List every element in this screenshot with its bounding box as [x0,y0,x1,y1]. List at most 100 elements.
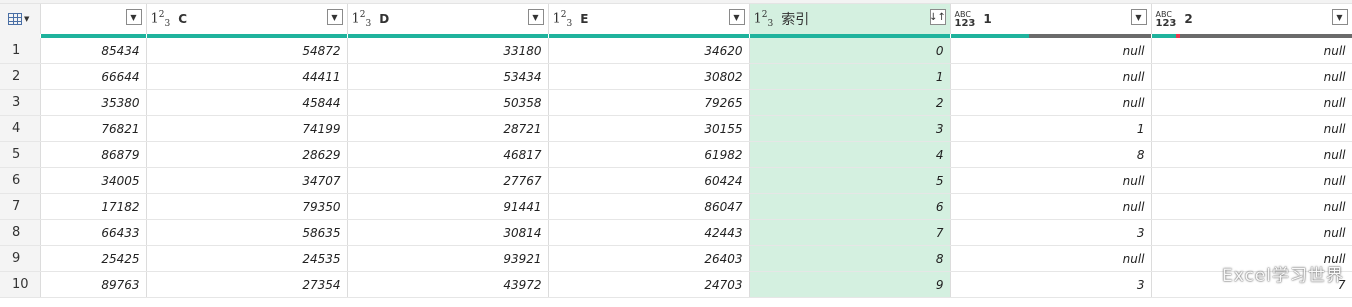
chevron-down-icon[interactable]: ▼ [326,9,343,25]
column-header-2[interactable]: ABC 123 2 ▼ [1151,4,1352,38]
cell-b[interactable]: 66433 [40,219,147,246]
column-header-index[interactable]: 123 索引 ↓↑ [749,4,951,38]
cell-c2[interactable]: null [1151,115,1352,142]
column-header-c[interactable]: 123 C ▼ [146,4,348,38]
row-number[interactable]: 1 [0,36,41,64]
cell-e[interactable]: 79265 [548,89,750,116]
cell-d[interactable]: 91441 [347,193,549,220]
column-header-e[interactable]: 123 E ▼ [548,4,750,38]
cell-c[interactable]: 45844 [146,89,348,116]
cell-idx[interactable]: 9 [749,271,951,298]
cell-b[interactable]: 76821 [40,115,147,142]
cell-d[interactable]: 50358 [347,89,549,116]
cell-d[interactable]: 53434 [347,63,549,90]
column-header-1[interactable]: ABC 123 1 ▼ [950,4,1152,38]
cell-c1[interactable]: 8 [950,141,1152,168]
cell-idx[interactable]: 6 [749,193,951,220]
cell-c2[interactable]: null [1151,89,1352,116]
cell-c1[interactable]: null [950,36,1152,64]
cell-d[interactable]: 33180 [347,36,549,64]
row-number[interactable]: 3 [0,89,41,116]
cell-c1[interactable]: null [950,193,1152,220]
cell-d[interactable]: 43972 [347,271,549,298]
table-menu-button[interactable]: ▼ [0,4,41,38]
cell-e[interactable]: 34620 [548,36,750,64]
cell-c[interactable]: 28629 [146,141,348,168]
cell-c1[interactable]: null [950,167,1152,194]
chevron-down-icon[interactable]: ▼ [728,9,745,25]
cell-c2[interactable]: null [1151,36,1352,64]
row-number[interactable]: 7 [0,193,41,220]
cell-e[interactable]: 61982 [548,141,750,168]
cell-e[interactable]: 30802 [548,63,750,90]
cell-c[interactable]: 27354 [146,271,348,298]
number-type-icon[interactable]: 123 [151,10,171,29]
chevron-down-icon[interactable]: ▼ [125,9,142,25]
cell-e[interactable]: 60424 [548,167,750,194]
cell-idx[interactable]: 0 [749,36,951,64]
cell-e[interactable]: 86047 [548,193,750,220]
cell-d[interactable]: 93921 [347,245,549,272]
cell-idx[interactable]: 8 [749,245,951,272]
cell-c[interactable]: 58635 [146,219,348,246]
cell-c2[interactable]: null [1151,63,1352,90]
cell-c[interactable]: 24535 [146,245,348,272]
cell-idx[interactable]: 3 [749,115,951,142]
cell-idx[interactable]: 5 [749,167,951,194]
number-type-icon[interactable]: 123 [352,10,372,29]
cell-b[interactable]: 34005 [40,167,147,194]
cell-c2[interactable]: null [1151,141,1352,168]
row-number[interactable]: 5 [0,141,41,168]
cell-c[interactable]: 44411 [146,63,348,90]
cell-c1[interactable]: null [950,245,1152,272]
chevron-down-icon[interactable]: ▼ [1130,9,1147,25]
cell-c1[interactable]: 1 [950,115,1152,142]
cell-b[interactable]: 86879 [40,141,147,168]
cell-c1[interactable]: null [950,89,1152,116]
row-number[interactable]: 6 [0,167,41,194]
row-number[interactable]: 2 [0,63,41,90]
table-icon [8,13,22,25]
cell-c[interactable]: 54872 [146,36,348,64]
cell-c2[interactable]: null [1151,193,1352,220]
cell-d[interactable]: 28721 [347,115,549,142]
chevron-down-icon[interactable]: ▼ [1331,9,1348,25]
cell-b[interactable]: 25425 [40,245,147,272]
cell-b[interactable]: 66644 [40,63,147,90]
cell-idx[interactable]: 1 [749,63,951,90]
cell-idx[interactable]: 7 [749,219,951,246]
row-number[interactable]: 8 [0,219,41,246]
row-number[interactable]: 4 [0,115,41,142]
cell-idx[interactable]: 4 [749,141,951,168]
cell-b[interactable]: 85434 [40,36,147,64]
cell-e[interactable]: 26403 [548,245,750,272]
cell-c[interactable]: 34707 [146,167,348,194]
cell-idx[interactable]: 2 [749,89,951,116]
row-number[interactable]: 9 [0,245,41,272]
sort-ascending-icon[interactable]: ↓↑ [929,9,946,25]
cell-d[interactable]: 46817 [347,141,549,168]
row-number[interactable]: 10 [0,271,41,298]
cell-c2[interactable]: null [1151,167,1352,194]
cell-b[interactable]: 89763 [40,271,147,298]
cell-c[interactable]: 74199 [146,115,348,142]
cell-c[interactable]: 79350 [146,193,348,220]
number-type-icon[interactable]: 123 [754,10,774,29]
any-type-icon[interactable]: ABC 123 [1156,10,1177,29]
cell-e[interactable]: 24703 [548,271,750,298]
chevron-down-icon[interactable]: ▼ [527,9,544,25]
cell-c1[interactable]: null [950,63,1152,90]
cell-e[interactable]: 42443 [548,219,750,246]
any-type-icon[interactable]: ABC 123 [955,10,976,29]
cell-c2[interactable]: null [1151,219,1352,246]
cell-d[interactable]: 30814 [347,219,549,246]
cell-d[interactable]: 27767 [347,167,549,194]
column-header-d[interactable]: 123 D ▼ [347,4,549,38]
cell-c1[interactable]: 3 [950,271,1152,298]
cell-b[interactable]: 17182 [40,193,147,220]
column-header-b[interactable]: ▼ [40,4,147,38]
cell-e[interactable]: 30155 [548,115,750,142]
cell-c1[interactable]: 3 [950,219,1152,246]
number-type-icon[interactable]: 123 [553,10,573,29]
cell-b[interactable]: 35380 [40,89,147,116]
